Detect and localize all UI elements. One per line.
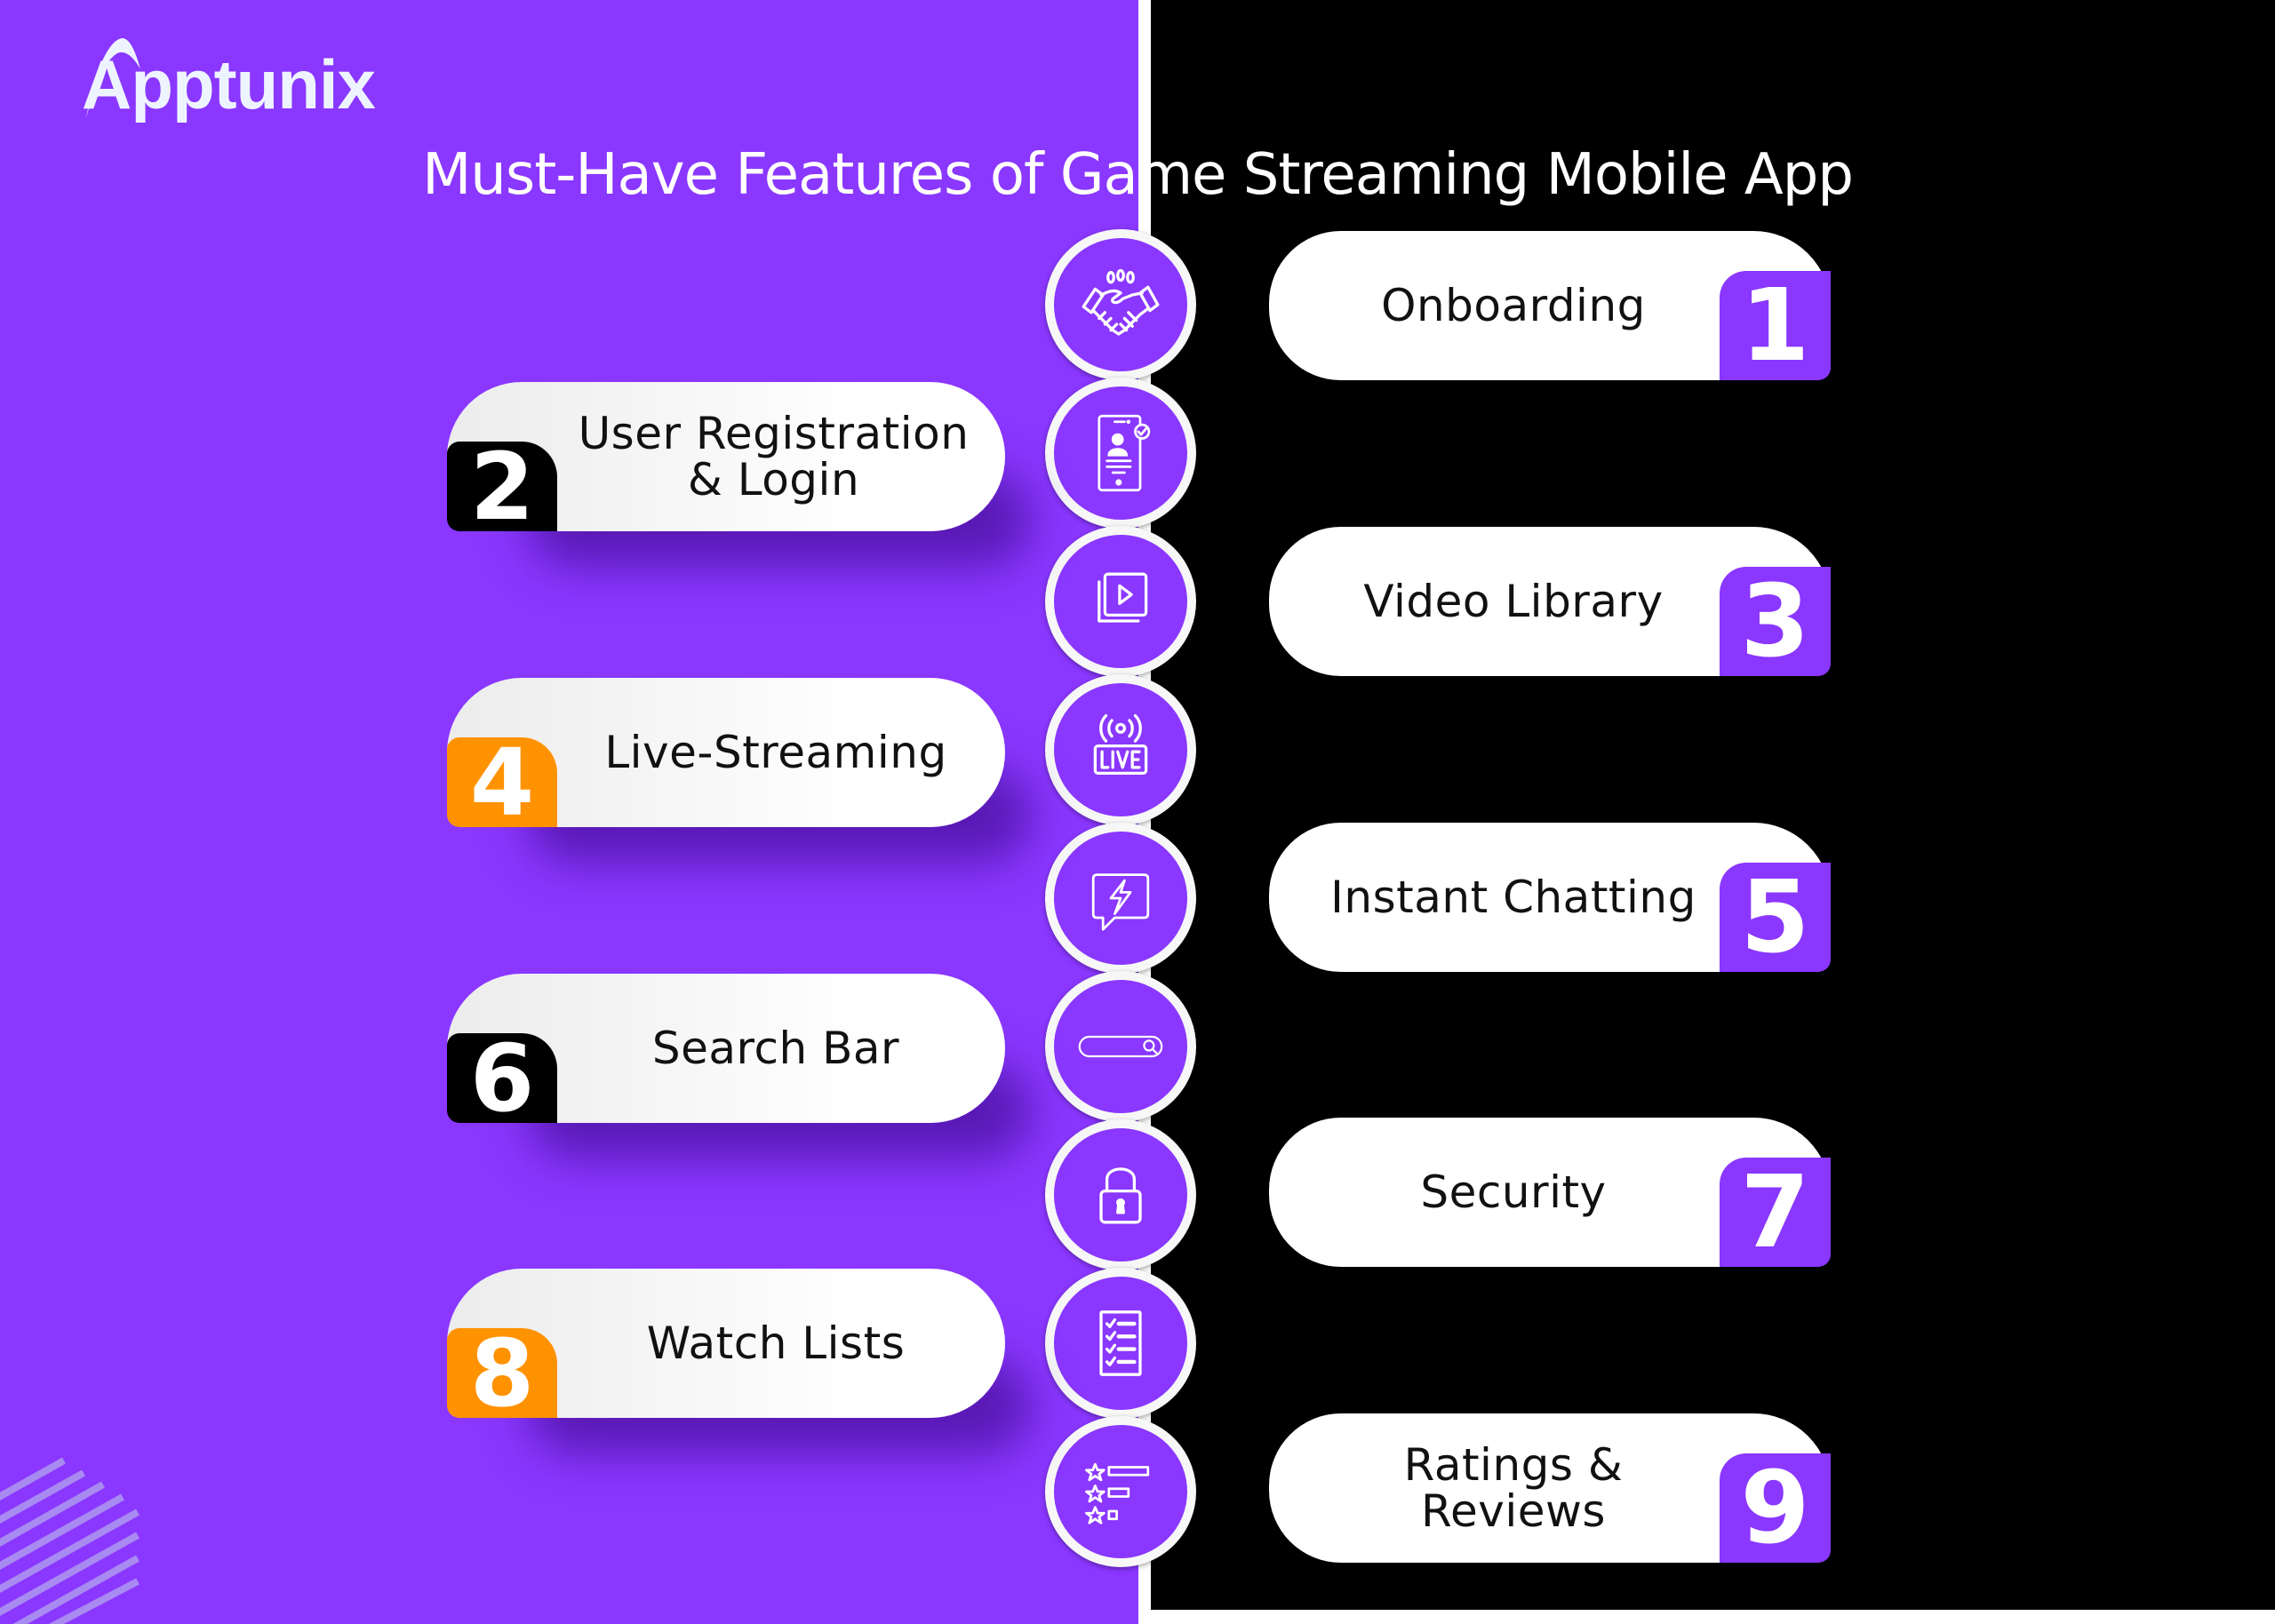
feature-number-badge: 2 bbox=[447, 433, 557, 541]
feature-number-badge: 4 bbox=[447, 728, 557, 837]
feature-label: Ratings & Reviews bbox=[1403, 1438, 1624, 1537]
checklist-icon bbox=[1099, 1310, 1142, 1376]
feature-label: Video Library bbox=[1363, 575, 1664, 627]
video-library-icon bbox=[1098, 572, 1148, 623]
feature-icon-circle-8 bbox=[1045, 1268, 1196, 1419]
logo-text: Apptunix bbox=[82, 45, 376, 123]
feature-number-badge: 8 bbox=[447, 1319, 557, 1428]
feature-card-3: Video Library 3 bbox=[1269, 527, 1831, 680]
feature-icon-circle-6 bbox=[1045, 971, 1196, 1122]
feature-label: User Registration & Login bbox=[578, 407, 970, 506]
feature-number-badge: 6 bbox=[447, 1024, 557, 1133]
feature-label: Instant Chatting bbox=[1330, 871, 1696, 923]
star-ratings-icon bbox=[1085, 1462, 1150, 1524]
feature-card-7: Security 7 bbox=[1269, 1118, 1831, 1270]
search-bar-icon bbox=[1078, 1035, 1163, 1058]
chat-lightning-icon bbox=[1091, 873, 1150, 931]
feature-icon-circle-3 bbox=[1045, 526, 1196, 677]
feature-icon-circle-9 bbox=[1045, 1416, 1196, 1567]
feature-icon-circle-1 bbox=[1045, 229, 1196, 380]
decorative-stripes bbox=[0, 1457, 142, 1624]
mobile-profile-check-icon bbox=[1098, 414, 1151, 492]
feature-card-8: Watch Lists 8 bbox=[447, 1269, 1005, 1428]
feature-card-9: Ratings & Reviews 9 bbox=[1269, 1413, 1831, 1566]
apptunix-logo: Apptunix bbox=[82, 34, 402, 131]
feature-card-4: Live-Streaming 4 bbox=[447, 678, 1005, 837]
page-title: Must-Have Features of Game Streaming Mob… bbox=[422, 142, 1854, 208]
feature-number-badge: 1 bbox=[1720, 268, 1831, 384]
handshake-icon bbox=[1082, 268, 1160, 336]
feature-number-badge: 3 bbox=[1720, 564, 1831, 680]
feature-card-6: Search Bar 6 bbox=[447, 974, 1005, 1133]
feature-number-badge: 7 bbox=[1720, 1155, 1831, 1270]
feature-card-5: Instant Chatting 5 bbox=[1269, 823, 1831, 975]
feature-label: Watch Lists bbox=[646, 1317, 906, 1369]
feature-icon-circle-2 bbox=[1045, 378, 1196, 529]
feature-icon-circle-5 bbox=[1045, 823, 1196, 974]
feature-label: Live-Streaming bbox=[604, 726, 947, 778]
feature-label: Onboarding bbox=[1381, 279, 1646, 331]
feature-icon-circle-4 bbox=[1045, 674, 1196, 825]
padlock-icon bbox=[1099, 1167, 1142, 1224]
feature-label: Security bbox=[1420, 1166, 1607, 1218]
feature-number-badge: 5 bbox=[1720, 860, 1831, 975]
feature-card-2: User Registration & Login 2 bbox=[447, 382, 1005, 541]
feature-number-badge: 9 bbox=[1720, 1451, 1831, 1566]
live-broadcast-icon bbox=[1093, 713, 1148, 776]
feature-label: Search Bar bbox=[651, 1022, 900, 1074]
feature-icon-circle-7 bbox=[1045, 1119, 1196, 1270]
feature-card-1: Onboarding 1 bbox=[1269, 231, 1831, 384]
